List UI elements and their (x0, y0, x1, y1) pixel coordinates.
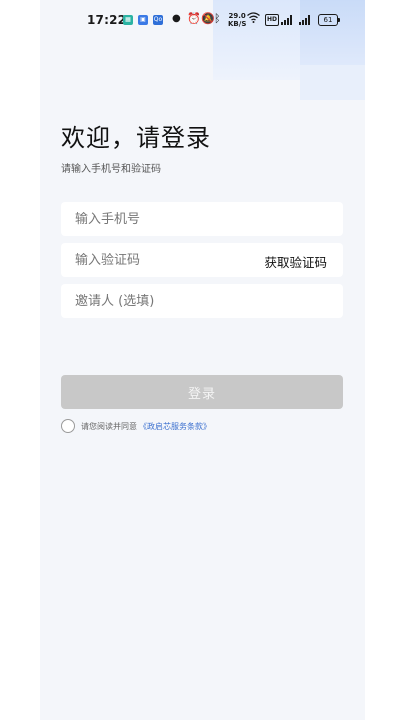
mute-icon: 🔕 (201, 12, 215, 25)
terms-agreement: 请您阅读并同意 《政启芯服务条款》 (61, 417, 211, 435)
agree-text: 请您阅读并同意 (81, 421, 137, 431)
net-speed-value: 29.0 (228, 12, 246, 20)
get-code-button[interactable]: 获取验证码 (264, 252, 327, 271)
alarm-icon: ⏰ (187, 12, 201, 25)
app-notification-icon: ▦ (123, 15, 133, 25)
phone-field (61, 202, 343, 236)
phone-input[interactable] (75, 211, 265, 227)
signal-icon (299, 15, 312, 25)
battery-icon: 61 (318, 14, 340, 26)
wifi-icon (247, 12, 260, 26)
terms-link[interactable]: 《政启芯服务条款》 (139, 421, 211, 432)
inviter-input[interactable] (75, 293, 265, 309)
more-notifications-dot-icon: ● (172, 13, 181, 24)
app-notification-icon: ▣ (138, 15, 148, 25)
status-bar: 17:22 ▦ ▣ Qo ● ⏰ 🔕 ᛒ 29.0 KB/S HD 61 (40, 10, 365, 32)
hd-voice-icon: HD (265, 14, 279, 26)
login-button[interactable]: 登录 (61, 375, 343, 409)
status-time: 17:22 (87, 13, 127, 27)
inviter-field (61, 284, 343, 318)
net-speed-unit: KB/S (228, 20, 247, 28)
signal-icon (281, 15, 294, 25)
agree-checkbox[interactable] (61, 419, 75, 433)
code-input[interactable] (75, 252, 265, 268)
app-notification-icon: Qo (153, 15, 163, 25)
page-subtitle: 请输入手机号和验证码 (61, 164, 161, 175)
network-speed: 29.0 KB/S (228, 12, 246, 28)
code-field: 获取验证码 (61, 243, 343, 277)
bluetooth-icon: ᛒ (214, 12, 221, 25)
page-title: 欢迎，请登录 (61, 124, 211, 152)
decor-block (300, 65, 365, 100)
login-screen: 17:22 ▦ ▣ Qo ● ⏰ 🔕 ᛒ 29.0 KB/S HD 61 欢迎，… (40, 0, 365, 720)
